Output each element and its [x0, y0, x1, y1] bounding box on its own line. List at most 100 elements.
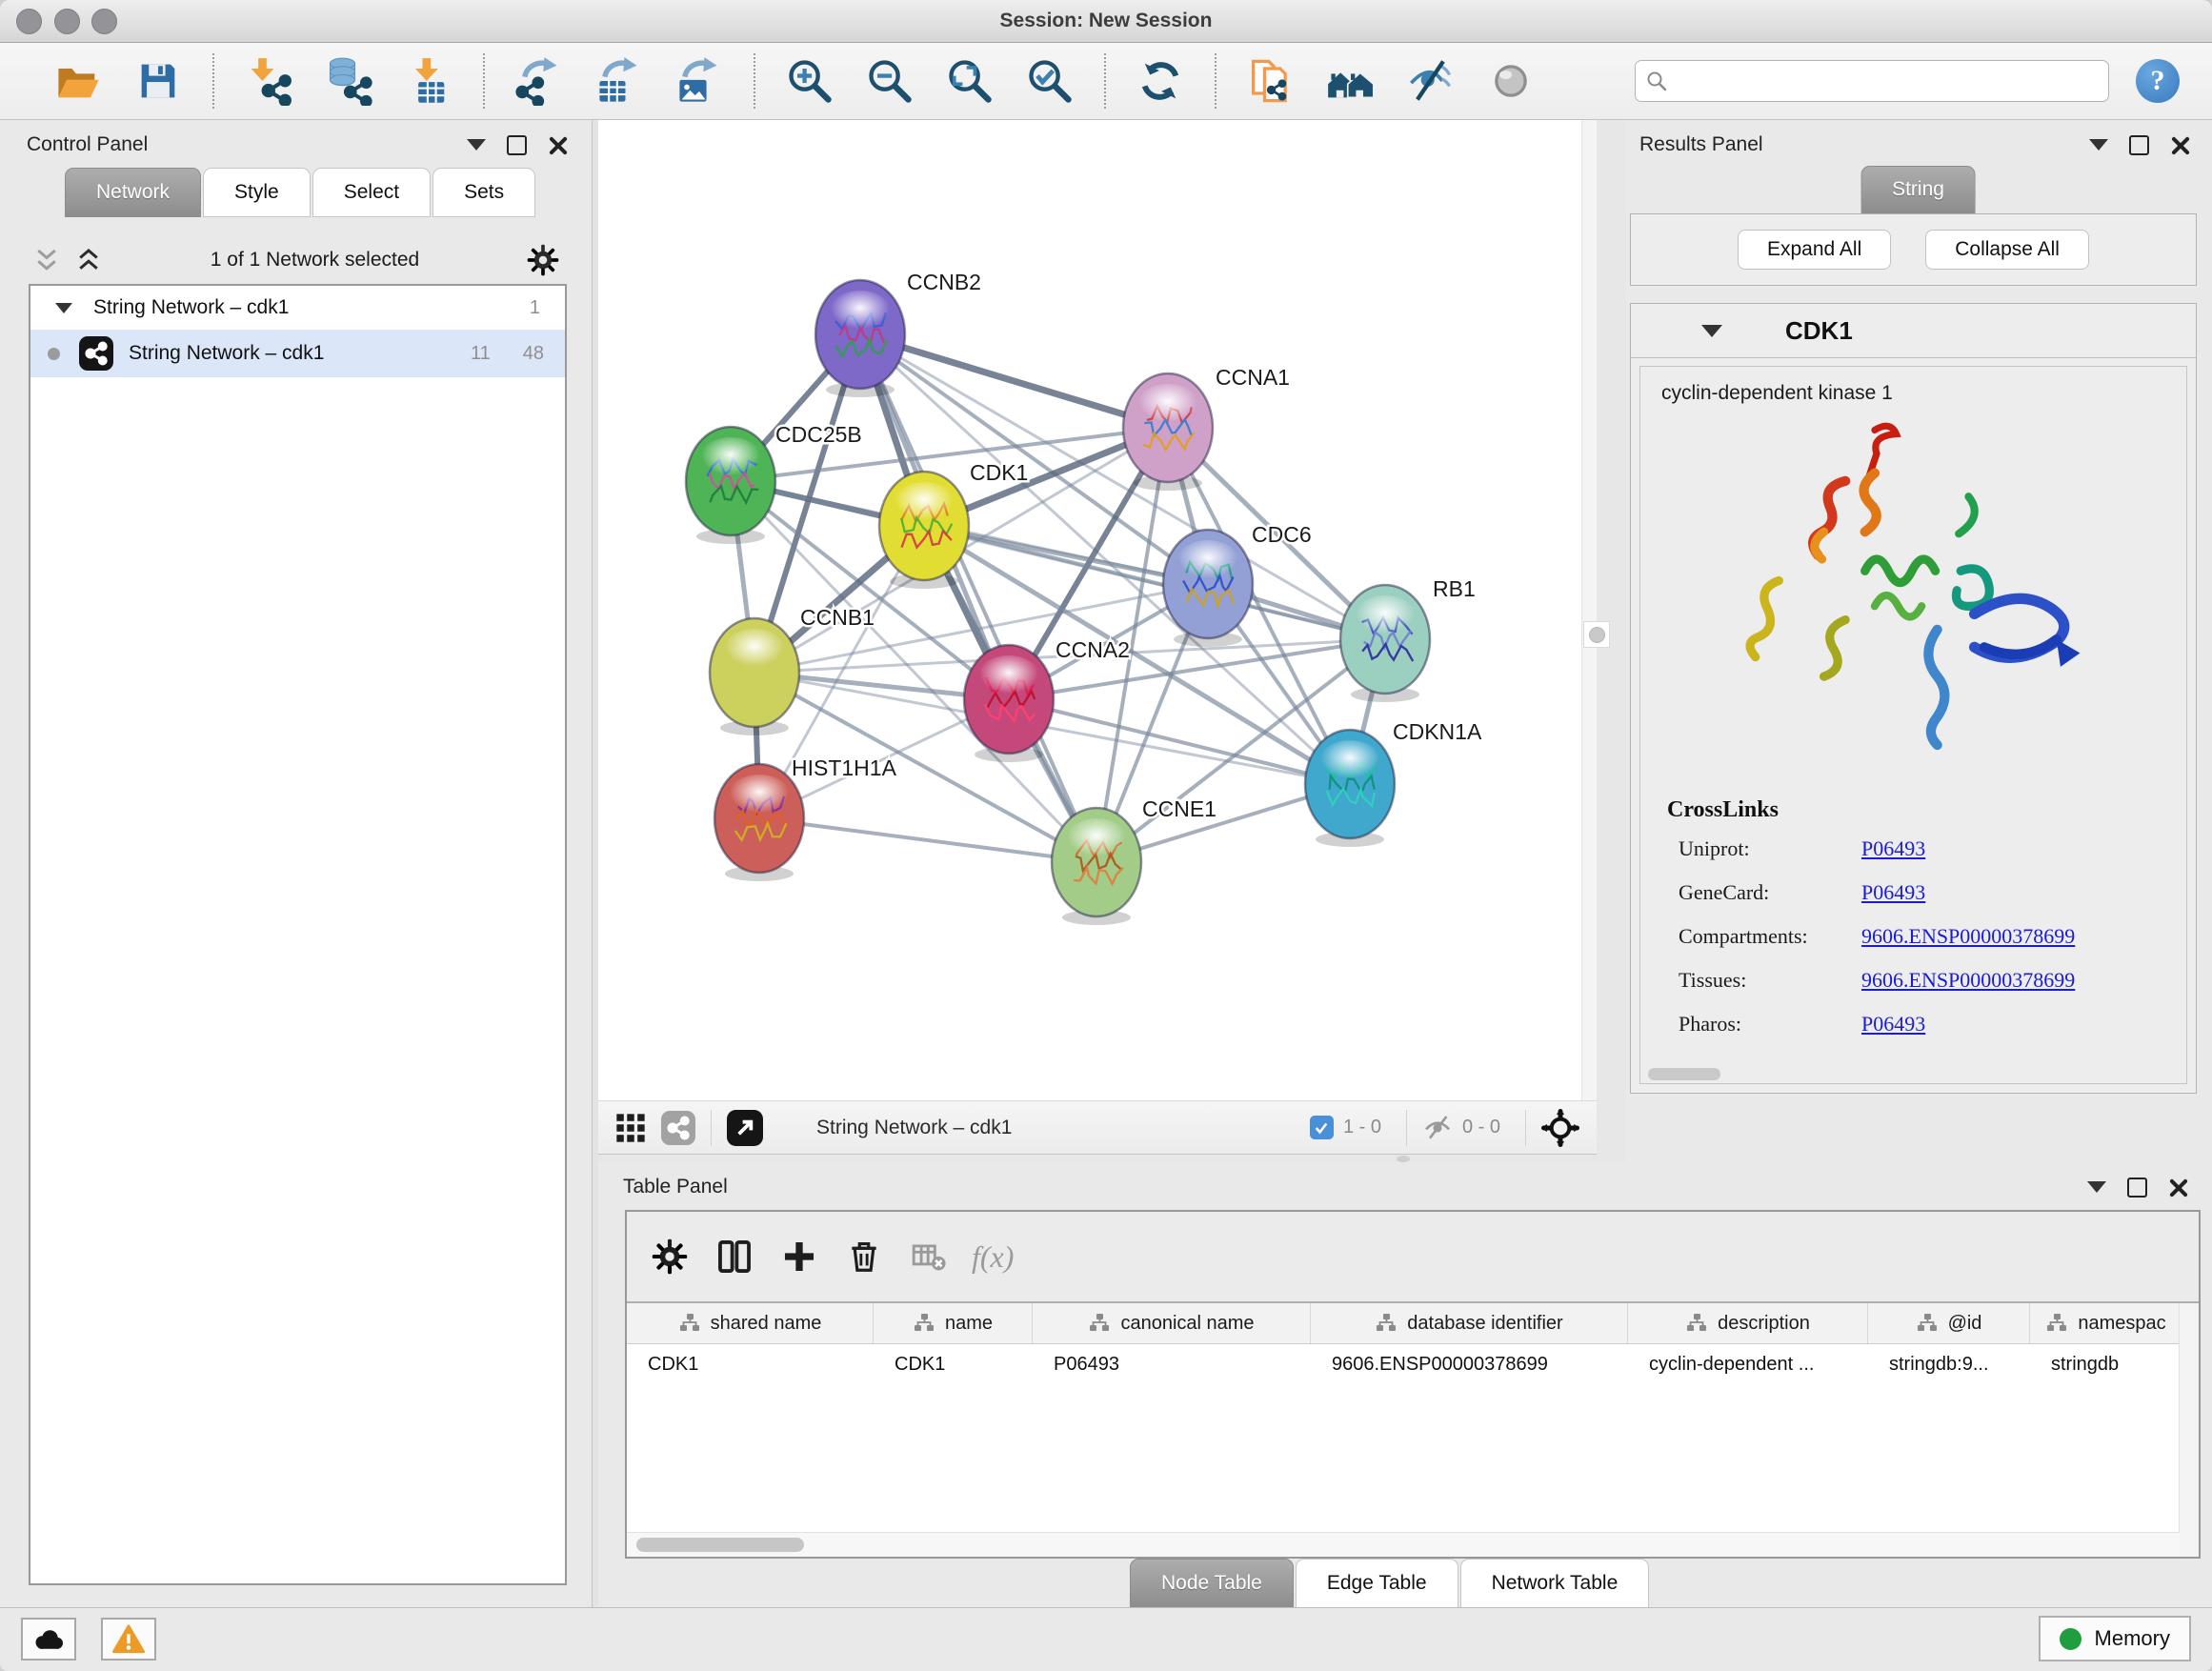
collapse-all-button[interactable]: Collapse All — [1925, 230, 2089, 270]
minimize-window-button[interactable] — [54, 9, 80, 34]
network-node-CCNB1[interactable]: CCNB1 — [710, 605, 875, 735]
zoom-out-button[interactable] — [862, 53, 917, 109]
network-from-clipboard-button[interactable] — [1243, 53, 1298, 109]
gene-section-header[interactable]: CDK1 — [1631, 304, 2196, 358]
table-cell[interactable]: stringdb — [2030, 1344, 2182, 1384]
column-header-database-identifier[interactable]: database identifier — [1311, 1303, 1628, 1343]
export-network-button[interactable] — [512, 53, 567, 109]
string-view-icon[interactable] — [661, 1111, 695, 1145]
network-options-gear-icon[interactable] — [527, 244, 559, 276]
network-node-CCNE1[interactable]: CCNE1 — [1052, 796, 1217, 925]
table-vertical-scrollbar[interactable] — [2179, 1303, 2199, 1557]
collapse-all-icon[interactable] — [32, 246, 61, 274]
table-gear-button[interactable] — [652, 1238, 688, 1275]
table-horizontal-scrollbar[interactable] — [627, 1532, 2180, 1557]
table-hscroll-thumb[interactable] — [636, 1538, 804, 1552]
search-input[interactable] — [1676, 70, 2099, 93]
grid-view-icon[interactable] — [615, 1113, 646, 1143]
birdseye-button[interactable] — [1483, 53, 1538, 109]
add-column-button[interactable] — [781, 1238, 817, 1275]
network-edge[interactable] — [759, 818, 1096, 862]
network-edge[interactable] — [924, 526, 1385, 639]
results-collapse-icon[interactable] — [2089, 139, 2108, 151]
table-float-icon[interactable] — [2127, 1178, 2147, 1198]
cloud-button[interactable] — [21, 1618, 76, 1661]
network-graph[interactable]: CCNB2CCNA1CDC25BCDK1CDC6RB1CCNB1CCNA2CDK… — [598, 120, 1581, 1100]
save-session-button[interactable] — [131, 53, 186, 109]
close-window-button[interactable] — [16, 9, 42, 34]
selected-nodes-checkbox[interactable] — [1310, 1116, 1334, 1139]
table-cell[interactable]: cyclin-dependent ... — [1628, 1344, 1868, 1384]
crosslink-link[interactable]: 9606.ENSP00000378699 — [1861, 924, 2075, 949]
delete-table-button[interactable] — [911, 1238, 943, 1275]
tab-network[interactable]: Network — [65, 168, 201, 217]
expand-all-button[interactable]: Expand All — [1738, 230, 1891, 270]
column-header-shared-name[interactable]: shared name — [627, 1303, 874, 1343]
column-header-description[interactable]: description — [1628, 1303, 1868, 1343]
hide-graphics-button[interactable] — [1403, 53, 1458, 109]
collection-expand-icon[interactable] — [55, 303, 72, 313]
export-table-button[interactable] — [592, 53, 647, 109]
tab-node-table[interactable]: Node Table — [1130, 1559, 1294, 1608]
crosslink-link[interactable]: 9606.ENSP00000378699 — [1861, 968, 2075, 993]
delete-column-button[interactable] — [846, 1238, 882, 1275]
canvas-vertical-scrollbar[interactable] — [1581, 120, 1598, 1100]
network-node-CCNB2[interactable]: CCNB2 — [815, 270, 981, 397]
warning-button[interactable] — [101, 1618, 156, 1661]
memory-button[interactable]: Memory — [2039, 1616, 2191, 1661]
column-header-namespac[interactable]: namespac — [2030, 1303, 2182, 1343]
column-header-canonical-name[interactable]: canonical name — [1033, 1303, 1311, 1343]
network-node-CCNA1[interactable]: CCNA1 — [1123, 365, 1290, 491]
crosslink-link[interactable]: P06493 — [1861, 880, 1925, 905]
gene-expand-icon[interactable] — [1701, 325, 1722, 337]
crosslink-link[interactable]: P06493 — [1861, 836, 1925, 861]
expand-all-icon[interactable] — [74, 246, 103, 274]
table-cell[interactable]: 9606.ENSP00000378699 — [1311, 1344, 1628, 1384]
results-close-icon[interactable] — [2170, 135, 2189, 154]
table-row[interactable]: CDK1CDK1P064939606.ENSP00000378699cyclin… — [627, 1344, 2199, 1384]
string-home-button[interactable] — [1323, 53, 1378, 109]
results-float-icon[interactable] — [2129, 135, 2149, 155]
import-network-file-button[interactable] — [241, 53, 296, 109]
import-table-file-button[interactable] — [401, 53, 456, 109]
network-canvas[interactable]: CCNB2CCNA1CDC25BCDK1CDC6RB1CCNB1CCNA2CDK… — [598, 120, 1581, 1100]
table-cell[interactable]: CDK1 — [627, 1344, 874, 1384]
table-cell[interactable]: CDK1 — [874, 1344, 1033, 1384]
import-network-database-button[interactable] — [321, 53, 376, 109]
table-cell[interactable]: P06493 — [1033, 1344, 1311, 1384]
network-node-HIST1H1A[interactable]: HIST1H1A — [714, 755, 897, 881]
network-edge[interactable] — [860, 334, 1168, 428]
fit-center-icon[interactable] — [1541, 1109, 1579, 1147]
refresh-button[interactable] — [1133, 53, 1188, 109]
column-header-@id[interactable]: @id — [1868, 1303, 2030, 1343]
zoom-selected-button[interactable] — [1022, 53, 1077, 109]
network-edge[interactable] — [860, 334, 1096, 862]
tab-sets[interactable]: Sets — [432, 168, 535, 217]
horizontal-splitter-handle[interactable] — [1397, 1156, 1410, 1162]
tab-style[interactable]: Style — [203, 168, 311, 217]
help-button[interactable]: ? — [2136, 59, 2180, 103]
collapse-panel-icon[interactable] — [467, 139, 486, 151]
zoom-window-button[interactable] — [91, 9, 117, 34]
close-panel-icon[interactable] — [548, 135, 567, 154]
open-session-button[interactable] — [50, 53, 106, 109]
tab-string[interactable]: String — [1860, 166, 1976, 213]
select-columns-button[interactable] — [716, 1238, 753, 1275]
tab-select[interactable]: Select — [312, 168, 431, 217]
network-node-RB1[interactable]: RB1 — [1340, 576, 1476, 702]
detach-view-icon[interactable] — [727, 1110, 763, 1146]
crosslink-link[interactable]: P06493 — [1861, 1012, 1925, 1037]
table-collapse-icon[interactable] — [2087, 1181, 2106, 1193]
zoom-in-button[interactable] — [782, 53, 837, 109]
right-splitter-handle[interactable] — [1583, 621, 1610, 648]
table-cell[interactable]: stringdb:9... — [1868, 1344, 2030, 1384]
export-image-button[interactable] — [672, 53, 727, 109]
network-node-CDKN1A[interactable]: CDKN1A — [1305, 719, 1482, 847]
network-collection-row[interactable]: String Network – cdk1 1 — [30, 286, 565, 330]
network-row-selected[interactable]: String Network – cdk1 11 48 — [30, 330, 565, 377]
results-hscroll-thumb[interactable] — [1648, 1068, 1720, 1080]
tab-network-table[interactable]: Network Table — [1460, 1559, 1650, 1608]
float-panel-icon[interactable] — [507, 135, 527, 155]
tab-edge-table[interactable]: Edge Table — [1296, 1559, 1458, 1608]
table-close-icon[interactable] — [2168, 1178, 2187, 1197]
